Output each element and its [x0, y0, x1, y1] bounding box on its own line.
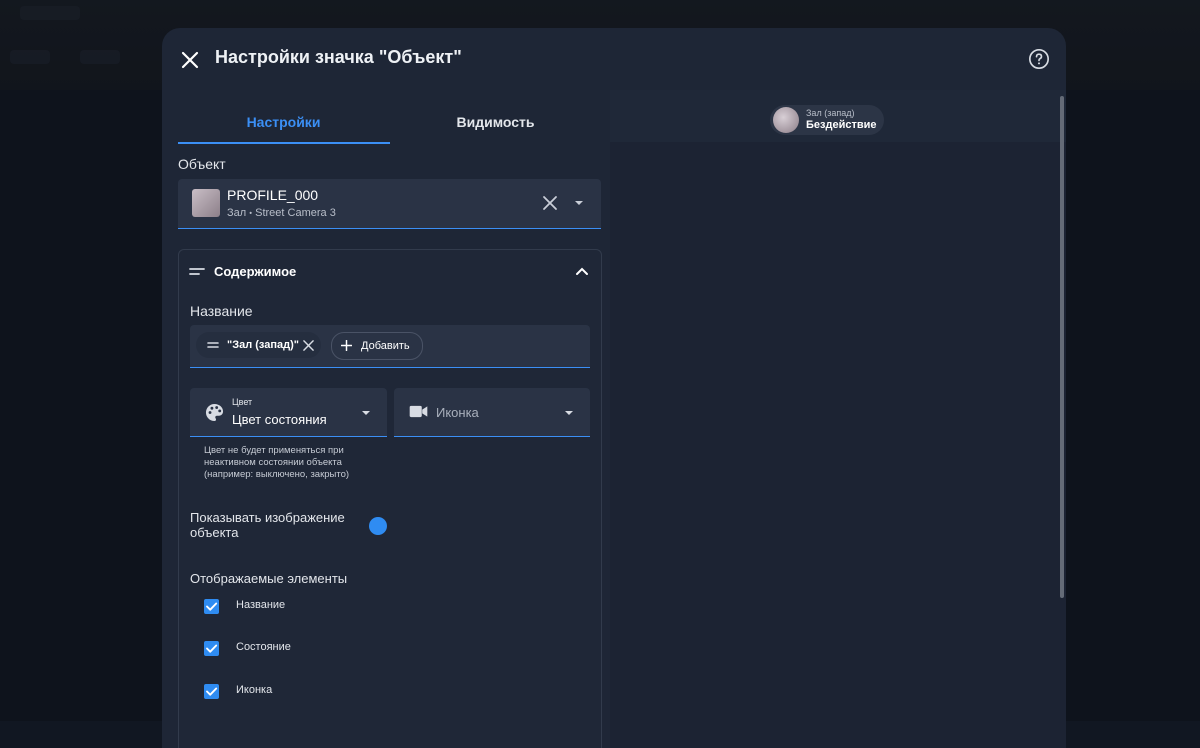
color-field-label: Цвет [232, 397, 253, 407]
object-label: Объект [178, 156, 226, 172]
checkmark-icon [206, 602, 218, 611]
checkbox-state-label: Состояние [236, 641, 291, 653]
separator-dot: • [249, 208, 253, 218]
object-name: PROFILE_000 [227, 187, 319, 203]
add-name-button[interactable]: Добавить [331, 332, 423, 360]
preview-object-name: Зал (запад) [806, 108, 855, 118]
videocam-icon [409, 405, 428, 418]
color-select[interactable]: Цвет Цвет состояния [190, 388, 387, 437]
elements-label: Отображаемые элементы [190, 571, 348, 586]
checkbox-icon[interactable] [204, 684, 219, 699]
icon-field-placeholder: Иконка [436, 405, 479, 420]
chevron-up-icon[interactable] [575, 266, 589, 276]
icon-settings-dialog: Настройки значка "Объект" Настройки Види… [162, 28, 1066, 748]
show-image-label: Показывать изображение объекта [190, 510, 345, 540]
color-hint: Цвет не будет применяться при неактивном… [204, 445, 350, 480]
checkmark-icon [206, 644, 218, 653]
chevron-down-icon [362, 411, 370, 415]
settings-tabs: Настройки Видимость [178, 102, 601, 144]
object-select[interactable]: PROFILE_000 Зал • Street Camera 3 [178, 179, 601, 229]
show-image-toggle[interactable] [369, 517, 387, 535]
plus-icon [341, 340, 352, 351]
content-section: Содержимое Название "Зал (запад)" Добави… [178, 249, 602, 748]
icon-select[interactable]: Иконка [394, 388, 590, 437]
preview-object-thumbnail [773, 107, 799, 133]
preview-pane: Зал (запад) Бездействие [610, 90, 1066, 748]
content-section-header[interactable]: Содержимое [179, 250, 601, 294]
clear-icon[interactable] [541, 194, 559, 212]
object-path: Зал • Street Camera 3 [227, 207, 336, 219]
checkbox-name-label: Название [236, 599, 286, 611]
object-location: Зал [227, 207, 247, 219]
active-tab-indicator [178, 142, 390, 144]
content-section-title: Содержимое [214, 264, 297, 279]
preview-object-status: Бездействие [806, 119, 877, 131]
add-name-label: Добавить [361, 340, 410, 352]
drag-handle-icon[interactable] [206, 338, 220, 352]
remove-chip-icon[interactable] [303, 340, 314, 351]
checkmark-icon [206, 687, 218, 696]
chevron-down-icon [565, 411, 573, 415]
chevron-down-icon[interactable] [574, 198, 584, 208]
tab-visibility[interactable]: Видимость [390, 102, 601, 142]
name-chip-label: "Зал (запад)" [227, 339, 299, 351]
short-text-icon [189, 268, 205, 275]
close-icon[interactable] [178, 48, 202, 72]
help-icon[interactable] [1028, 48, 1050, 70]
settings-scrollbar[interactable] [1060, 96, 1064, 598]
name-chip[interactable]: "Зал (запад)" [196, 332, 321, 358]
object-thumbnail [192, 189, 220, 217]
name-field[interactable]: "Зал (запад)" Добавить [190, 325, 590, 368]
tab-settings[interactable]: Настройки [178, 102, 389, 142]
name-label: Название [190, 303, 253, 319]
checkbox-state[interactable] [204, 641, 219, 656]
dialog-header: Настройки значка "Объект" [162, 28, 1066, 90]
object-camera: Street Camera 3 [255, 207, 336, 219]
checkbox-icon-label: Иконка [236, 684, 273, 696]
dialog-title: Настройки значка "Объект" [215, 47, 462, 67]
preview-object-badge: Зал (запад) Бездействие [770, 105, 884, 135]
checkbox-name[interactable] [204, 599, 219, 614]
palette-icon [205, 403, 224, 422]
preview-toolbar: Зал (запад) Бездействие [610, 90, 1066, 142]
color-field-value: Цвет состояния [232, 412, 327, 427]
